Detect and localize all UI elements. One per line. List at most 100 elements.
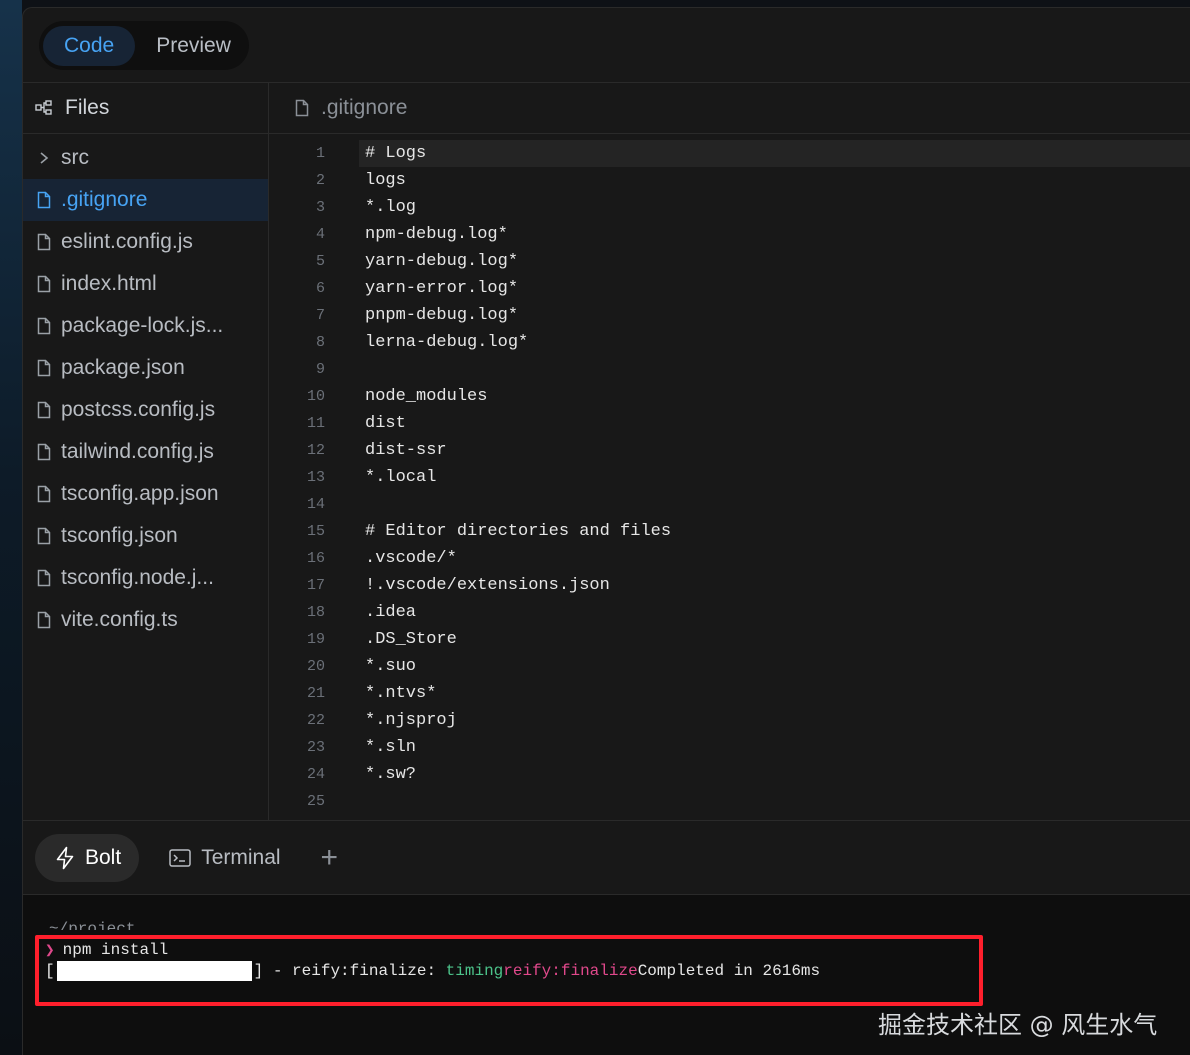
- code-line: 23 *.sln: [269, 734, 1190, 761]
- code-line: 21 *.ntvs*: [269, 680, 1190, 707]
- tree-folder-src[interactable]: src: [23, 137, 268, 179]
- tree-file-tailwind-config[interactable]: tailwind.config.js: [23, 431, 268, 473]
- line-text[interactable]: logs: [359, 167, 1190, 194]
- line-text[interactable]: .DS_Store: [359, 626, 1190, 653]
- line-text[interactable]: npm-debug.log*: [359, 221, 1190, 248]
- tree-file-gitignore[interactable]: .gitignore: [23, 179, 268, 221]
- file-icon: [37, 359, 51, 377]
- code-line: 14: [269, 491, 1190, 518]
- terminal-output[interactable]: ~/project ❯ npm install [] - reify:final…: [23, 895, 1190, 1055]
- code-editor: .gitignore 1 # Logs 2 logs 3 *.log 4 npm-deb…: [269, 83, 1190, 820]
- bottom-panel-tabs: Bolt Terminal +: [23, 820, 1190, 895]
- tab-terminal[interactable]: Terminal: [149, 834, 298, 882]
- tree-file-package-json[interactable]: package.json: [23, 347, 268, 389]
- code-line: 15 # Editor directories and files: [269, 518, 1190, 545]
- file-icon: [37, 191, 51, 209]
- watermark: 掘金技术社区 @ 风生水气: [878, 1011, 1158, 1039]
- file-icon: [37, 443, 51, 461]
- line-number: 4: [315, 226, 325, 243]
- file-icon: [295, 99, 309, 117]
- tree-file-package-lock[interactable]: package-lock.js...: [23, 305, 268, 347]
- line-number: 9: [315, 361, 325, 378]
- line-text[interactable]: yarn-debug.log*: [359, 248, 1190, 275]
- tree-item-label: package.json: [61, 356, 185, 379]
- file-icon: [37, 485, 51, 503]
- line-number: 25: [306, 793, 325, 810]
- lightning-icon: [56, 846, 74, 869]
- desktop-backdrop: [0, 0, 22, 1055]
- tab-bolt-label: Bolt: [85, 845, 122, 869]
- line-text[interactable]: *.sln: [359, 734, 1190, 761]
- tab-preview[interactable]: Preview: [135, 26, 252, 66]
- line-text[interactable]: .vscode/*: [359, 545, 1190, 572]
- header: Code Preview: [23, 8, 1190, 83]
- line-number: 21: [306, 685, 325, 702]
- code-line: 5 yarn-debug.log*: [269, 248, 1190, 275]
- line-text[interactable]: *.local: [359, 464, 1190, 491]
- line-text[interactable]: # Editor directories and files: [359, 518, 1190, 545]
- editor-file-tab[interactable]: .gitignore: [269, 83, 1190, 134]
- line-text[interactable]: node_modules: [359, 383, 1190, 410]
- line-text[interactable]: # Logs: [359, 140, 1190, 167]
- code-line: 8 lerna-debug.log*: [269, 329, 1190, 356]
- line-text[interactable]: *.suo: [359, 653, 1190, 680]
- code-line: 12 dist-ssr: [269, 437, 1190, 464]
- line-text[interactable]: lerna-debug.log*: [359, 329, 1190, 356]
- line-number: 18: [306, 604, 325, 621]
- line-number: 22: [306, 712, 325, 729]
- code-area[interactable]: 1 # Logs 2 logs 3 *.log 4 npm-debug.log* 5 ya…: [269, 140, 1190, 815]
- tree-file-tsconfig-app[interactable]: tsconfig.app.json: [23, 473, 268, 515]
- code-line: 11 dist: [269, 410, 1190, 437]
- code-line: 20 *.suo: [269, 653, 1190, 680]
- tree-file-tsconfig-node[interactable]: tsconfig.node.j...: [23, 557, 268, 599]
- file-sidebar: Files src .gitignore eslint.config.js in…: [23, 83, 269, 820]
- terminal-path: ~/project: [49, 920, 136, 930]
- line-text[interactable]: yarn-error.log*: [359, 275, 1190, 302]
- app-window: Code Preview Files src .gitignore eslint…: [22, 7, 1190, 1055]
- tree-item-label: vite.config.ts: [61, 608, 178, 631]
- editor-filename: .gitignore: [321, 96, 408, 119]
- line-text[interactable]: [359, 356, 1190, 383]
- tree-file-index-html[interactable]: index.html: [23, 263, 268, 305]
- line-text[interactable]: !.vscode/extensions.json: [359, 572, 1190, 599]
- code-line: 3 *.log: [269, 194, 1190, 221]
- line-text[interactable]: [359, 788, 1190, 815]
- code-line: 2 logs: [269, 167, 1190, 194]
- tree-item-label: .gitignore: [61, 188, 148, 211]
- file-icon: [37, 401, 51, 419]
- tree-file-vite-config[interactable]: vite.config.ts: [23, 599, 268, 641]
- tab-code[interactable]: Code: [43, 25, 136, 66]
- tree-file-tsconfig[interactable]: tsconfig.json: [23, 515, 268, 557]
- line-number: 2: [315, 172, 325, 189]
- line-number: 12: [306, 442, 325, 459]
- line-text[interactable]: *.ntvs*: [359, 680, 1190, 707]
- tree-item-label: tailwind.config.js: [61, 440, 214, 463]
- code-line: 10 node_modules: [269, 383, 1190, 410]
- tree-item-label: tsconfig.node.j...: [61, 566, 214, 589]
- line-text[interactable]: dist: [359, 410, 1190, 437]
- tree-file-postcss-config[interactable]: postcss.config.js: [23, 389, 268, 431]
- chevron-right-icon: [40, 152, 49, 164]
- line-number: 5: [315, 253, 325, 270]
- line-number: 6: [315, 280, 325, 297]
- tree-file-eslint-config[interactable]: eslint.config.js: [23, 221, 268, 263]
- line-text[interactable]: [359, 491, 1190, 518]
- sidebar-title: Files: [65, 96, 110, 119]
- line-text[interactable]: pnpm-debug.log*: [359, 302, 1190, 329]
- line-number: 19: [306, 631, 325, 648]
- file-tree-icon: [35, 100, 52, 115]
- file-icon: [37, 275, 51, 293]
- tab-bolt[interactable]: Bolt: [35, 833, 140, 882]
- line-text[interactable]: *.sw?: [359, 761, 1190, 788]
- line-text[interactable]: *.log: [359, 194, 1190, 221]
- tab-terminal-label: Terminal: [201, 845, 281, 869]
- file-icon: [37, 233, 51, 251]
- line-text[interactable]: .idea: [359, 599, 1190, 626]
- add-terminal-button[interactable]: +: [321, 842, 339, 873]
- tree-item-label: eslint.config.js: [61, 230, 193, 253]
- line-number: 14: [306, 496, 325, 513]
- view-toggle: Code Preview: [39, 21, 249, 70]
- line-text[interactable]: dist-ssr: [359, 437, 1190, 464]
- line-text[interactable]: *.njsproj: [359, 707, 1190, 734]
- line-number: 1: [315, 145, 325, 162]
